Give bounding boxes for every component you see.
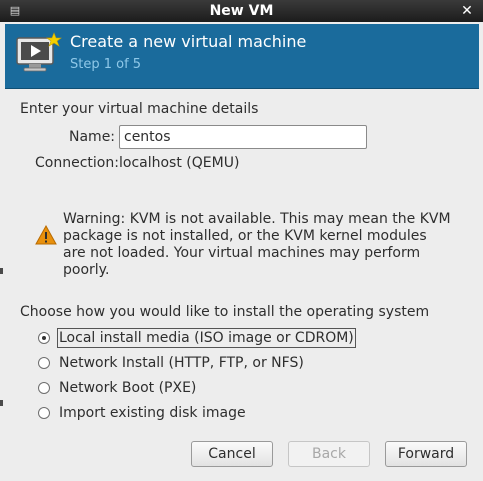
cancel-button[interactable]: Cancel (191, 441, 273, 467)
name-label: Name: (69, 129, 116, 145)
warning-line: are not loaded. Your virtual machines ma… (63, 245, 421, 278)
radio-button-checked[interactable] (38, 332, 50, 344)
new-vm-icon (16, 32, 62, 72)
radio-network-install[interactable]: Network Install (HTTP, FTP, or NFS) (38, 353, 305, 373)
wizard-header: Create a new virtual machine Step 1 of 5 (5, 24, 479, 89)
radio-import-disk-image[interactable]: Import existing disk image (38, 403, 247, 423)
window-title: New VM (209, 3, 274, 19)
radio-label[interactable]: Network Boot (PXE) (58, 379, 197, 397)
radio-local-install-media[interactable]: Local install media (ISO image or CDROM) (38, 328, 356, 348)
warning-line: package is not installed, or the KVM ker… (63, 228, 427, 244)
radio-button[interactable] (38, 357, 50, 369)
details-heading: Enter your virtual machine details (20, 101, 259, 117)
radio-label[interactable]: Network Install (HTTP, FTP, or NFS) (58, 354, 305, 372)
new-vm-window: ▤ New VM ✕ Create a new virtual machine … (0, 0, 483, 481)
close-icon[interactable]: ✕ (459, 2, 475, 20)
connection-value: localhost (QEMU) (119, 155, 240, 171)
wizard-step: Step 1 of 5 (70, 57, 142, 72)
radio-network-boot[interactable]: Network Boot (PXE) (38, 378, 197, 398)
warning-line: Warning: KVM is not available. This may … (63, 211, 451, 227)
name-input[interactable] (119, 125, 367, 149)
install-heading: Choose how you would like to install the… (20, 304, 430, 320)
forward-button[interactable]: Forward (385, 441, 467, 467)
background-edge (0, 268, 3, 274)
back-button[interactable]: Back (288, 441, 370, 467)
radio-label[interactable]: Local install media (ISO image or CDROM) (57, 328, 356, 348)
radio-button[interactable] (38, 407, 50, 419)
connection-label: Connection: (35, 155, 119, 171)
radio-button[interactable] (38, 382, 50, 394)
background-edge (0, 400, 3, 406)
radio-label[interactable]: Import existing disk image (58, 404, 247, 422)
wizard-title: Create a new virtual machine (70, 32, 307, 51)
kvm-warning-text: Warning: KVM is not available. This may … (63, 211, 463, 279)
warning-icon (35, 225, 57, 245)
title-bar[interactable]: ▤ New VM ✕ (0, 0, 483, 22)
